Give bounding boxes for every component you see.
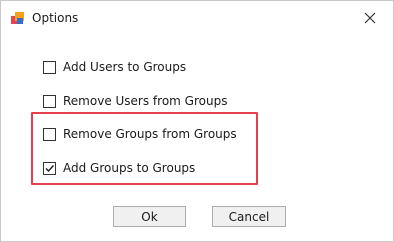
highlight-box bbox=[31, 112, 258, 185]
app-logo-icon bbox=[11, 12, 25, 26]
title-bar: Options bbox=[1, 1, 393, 35]
cancel-button[interactable]: Cancel bbox=[212, 206, 286, 227]
options-dialog: Options Add Users to Groups Remove Users… bbox=[0, 0, 394, 242]
checkbox-add-users-to-groups[interactable] bbox=[43, 60, 56, 74]
option-label: Add Users to Groups bbox=[63, 60, 187, 74]
option-remove-users-from-groups[interactable]: Remove Users from Groups bbox=[43, 91, 227, 111]
checkbox-remove-users-from-groups[interactable] bbox=[43, 94, 56, 108]
close-button[interactable] bbox=[357, 7, 383, 29]
close-icon bbox=[364, 12, 376, 24]
dialog-title: Options bbox=[32, 11, 79, 25]
option-add-users-to-groups[interactable]: Add Users to Groups bbox=[43, 57, 186, 77]
option-label: Remove Users from Groups bbox=[63, 94, 228, 108]
ok-button[interactable]: Ok bbox=[113, 206, 186, 227]
